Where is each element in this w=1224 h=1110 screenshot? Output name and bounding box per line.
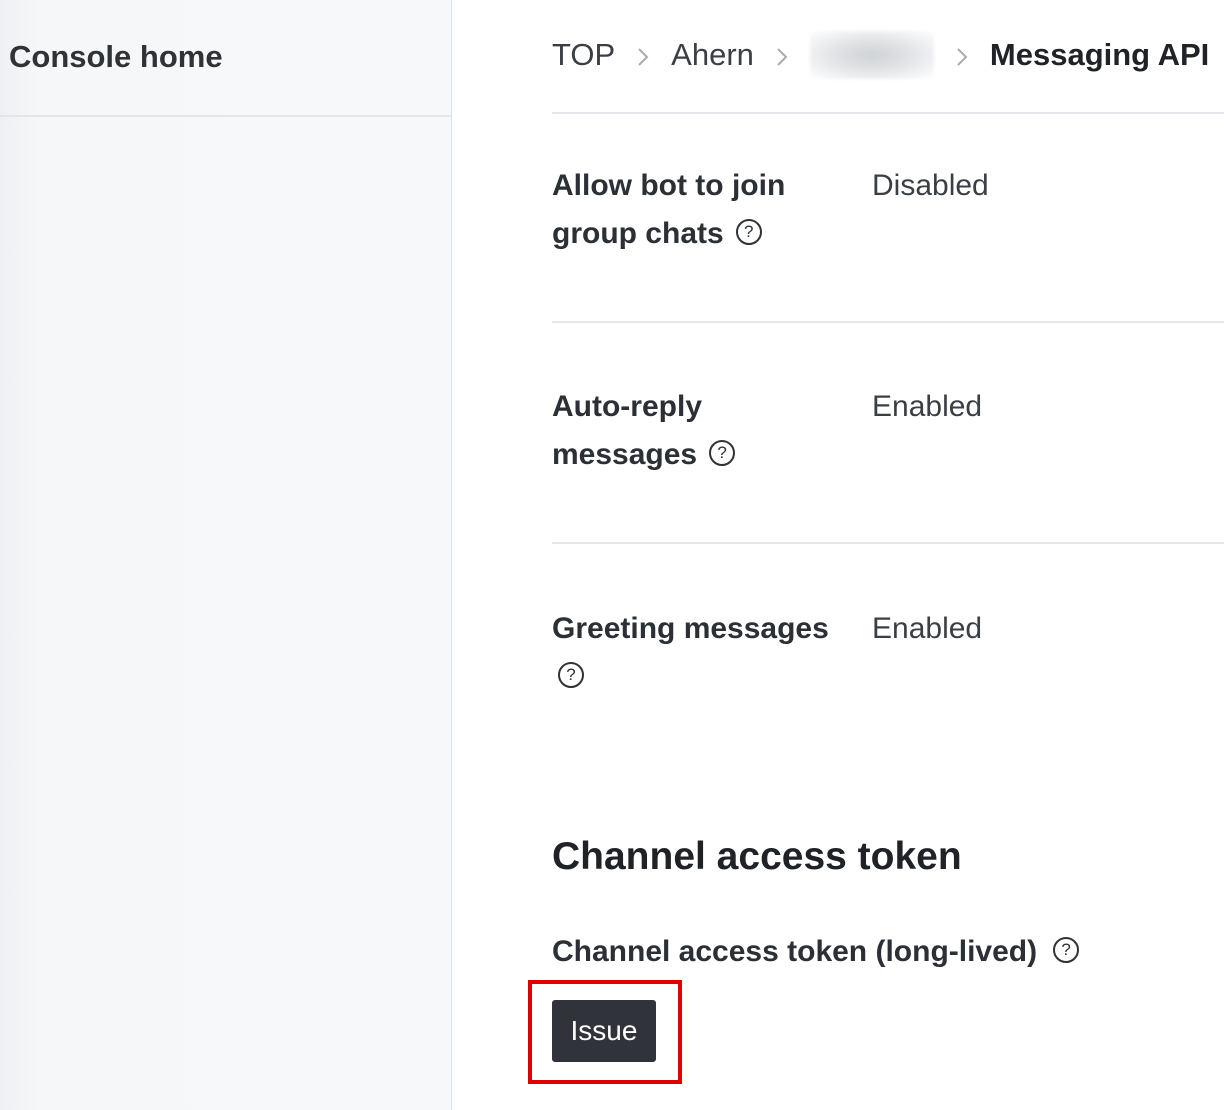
setting-row-auto-reply: Auto-reply messages? Enabled [552, 383, 1224, 533]
setting-value: Enabled [872, 390, 983, 423]
setting-row-greeting: Greeting messages ? Enabled [552, 605, 1224, 755]
help-circle-icon[interactable]: ? [709, 440, 736, 467]
divider [552, 321, 1224, 323]
chevron-right-icon [615, 40, 671, 71]
sidebar-header: Console home [0, 0, 451, 117]
sidebar: Console home [0, 0, 452, 1110]
setting-value: Disabled [872, 169, 989, 202]
breadcrumb-current: Messaging API [989, 37, 1210, 72]
help-circle-icon[interactable]: ? [1053, 937, 1080, 964]
console-home-link[interactable]: Console home [9, 39, 223, 75]
setting-label: Allow bot to join group chats? [552, 169, 786, 250]
setting-label: Greeting messages ? [552, 605, 862, 701]
setting-row-join-group: Allow bot to join group chats? Disabled [552, 162, 1224, 312]
long-lived-token-label: Channel access token (long-lived)? [552, 928, 1080, 976]
breadcrumb: TOP Ahern Messaging API [552, 0, 1224, 114]
breadcrumb-top[interactable]: TOP [552, 37, 615, 73]
setting-label: Auto-reply messages? [552, 383, 852, 479]
divider [552, 542, 1224, 544]
chevron-right-icon [934, 40, 990, 71]
breadcrumb-provider[interactable]: Ahern [671, 37, 754, 73]
issue-button[interactable]: Issue [552, 1000, 656, 1062]
help-circle-icon[interactable]: ? [558, 662, 584, 689]
help-circle-icon[interactable]: ? [735, 219, 762, 246]
section-title: Channel access token [552, 835, 962, 878]
setting-value: Enabled [872, 612, 983, 645]
main-content: TOP Ahern Messaging API Allow bot to joi… [452, 0, 1224, 1110]
breadcrumb-channel-redacted[interactable] [809, 31, 934, 79]
chevron-right-icon [754, 40, 810, 71]
